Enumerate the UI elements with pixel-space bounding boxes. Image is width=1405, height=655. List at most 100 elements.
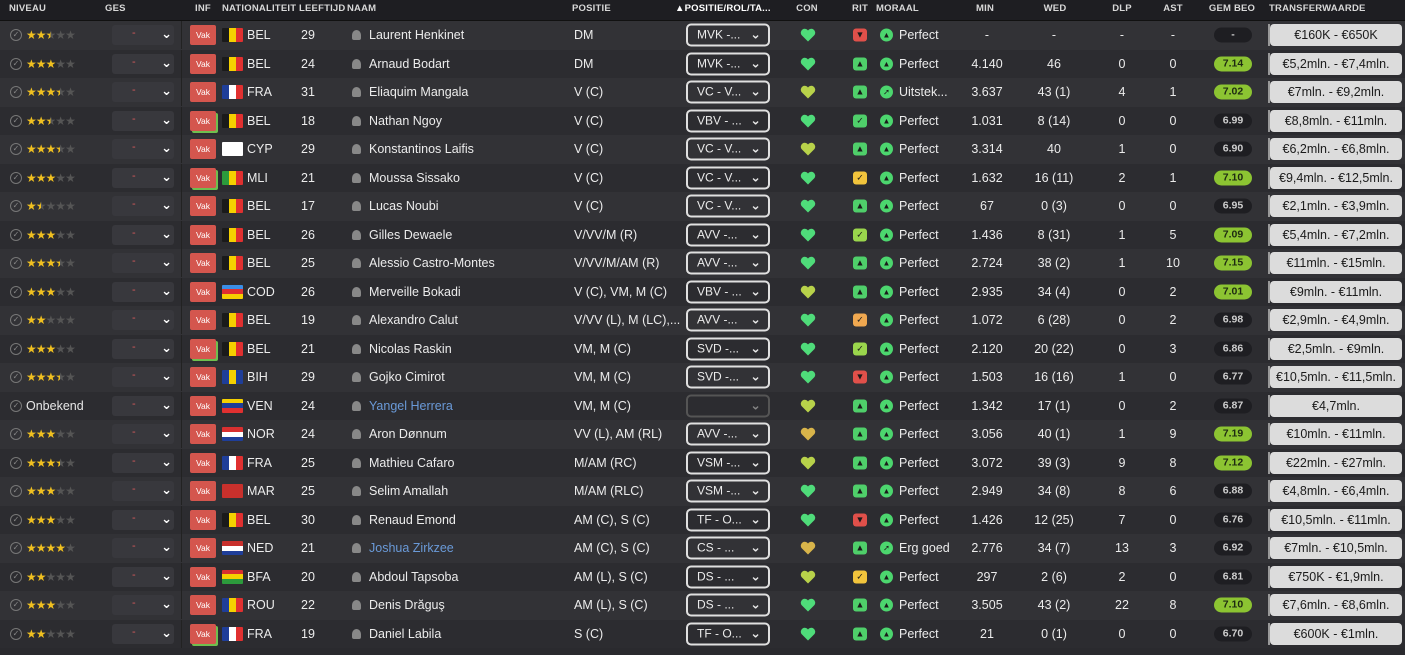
ges-dropdown[interactable]: - ⌄ — [112, 509, 174, 530]
player-name[interactable]: Gilles Dewaele — [369, 228, 452, 242]
table-row[interactable]: ✓ ★★★★★ - ⌄ Vak FRA 31 Eliaquim Mangala V (C) VC … — [0, 78, 1405, 107]
inf-badge[interactable]: Vak — [190, 196, 216, 217]
table-row[interactable]: ✓ ★★★★★ - ⌄ Vak MAR 25 Selim Amallah M/AM (RLC) V… — [0, 477, 1405, 506]
role-dropdown[interactable]: AVV -... ⌄ — [686, 251, 770, 275]
select-checkbox[interactable]: ✓ — [10, 257, 22, 270]
ges-dropdown[interactable]: - ⌄ — [112, 253, 174, 274]
ges-dropdown[interactable]: - ⌄ — [112, 310, 174, 331]
inf-badge[interactable]: Vak — [190, 367, 216, 388]
select-checkbox[interactable]: ✓ — [10, 599, 22, 612]
inf-badge[interactable]: Vak — [190, 595, 216, 616]
table-row[interactable]: ✓ ★★★★★ - ⌄ Vak MLI 21 Moussa Sissako V (C) VC - … — [0, 163, 1405, 192]
player-name[interactable]: Arnaud Bodart — [369, 57, 450, 71]
role-dropdown[interactable]: VSM -... ⌄ — [686, 479, 770, 503]
select-checkbox[interactable]: ✓ — [10, 513, 22, 526]
role-dropdown[interactable]: DS - ... ⌄ — [686, 565, 770, 589]
player-name[interactable]: Selim Amallah — [369, 484, 448, 498]
col-header-dlp[interactable]: DLP — [1112, 3, 1132, 14]
inf-badge[interactable]: Vak — [190, 82, 216, 103]
select-checkbox[interactable]: ✓ — [10, 86, 22, 99]
ges-dropdown[interactable]: - ⌄ — [112, 623, 174, 644]
select-checkbox[interactable]: ✓ — [10, 542, 22, 555]
ges-dropdown[interactable]: - ⌄ — [112, 53, 174, 74]
player-name[interactable]: Lucas Noubi — [369, 199, 439, 213]
col-header-naam[interactable]: NAAM — [347, 3, 376, 14]
player-name[interactable]: Eliaquim Mangala — [369, 85, 468, 99]
col-header-transferwaarde[interactable]: TRANSFERWAARDE — [1269, 3, 1366, 14]
role-dropdown[interactable]: VBV - ... ⌄ — [686, 280, 770, 304]
role-dropdown[interactable]: DS - ... ⌄ — [686, 593, 770, 617]
ges-dropdown[interactable]: - ⌄ — [112, 338, 174, 359]
ges-dropdown[interactable]: - ⌄ — [112, 566, 174, 587]
table-row[interactable]: ✓ ★★★★★ - ⌄ Vak COD 26 Merveille Bokadi V (C), V… — [0, 277, 1405, 306]
ges-dropdown[interactable]: - ⌄ — [112, 395, 174, 416]
table-row[interactable]: ✓ ★★★★★ - ⌄ Vak BEL 18 Nathan Ngoy V (C) VBV - ..… — [0, 106, 1405, 135]
table-row[interactable]: ✓ ★★★★★ - ⌄ Vak BFA 20 Abdoul Tapsoba AM (L), S … — [0, 562, 1405, 591]
col-header-leeftijd[interactable]: LEEFTIJD — [299, 3, 345, 14]
inf-badge[interactable]: Vak — [190, 281, 216, 302]
ges-dropdown[interactable]: - ⌄ — [112, 452, 174, 473]
role-dropdown[interactable]: VC - V... ⌄ — [686, 137, 770, 161]
inf-badge[interactable]: Vak — [190, 167, 216, 188]
table-row[interactable]: ✓ ★★★★★ - ⌄ Vak CYP 29 Konstantinos Laifis V (C)… — [0, 135, 1405, 164]
select-checkbox[interactable]: ✓ — [10, 485, 22, 498]
role-dropdown[interactable]: AVV -... ⌄ — [686, 223, 770, 247]
col-header-moraal[interactable]: MORAAL — [876, 3, 919, 14]
role-dropdown[interactable]: SVD -... ⌄ — [686, 337, 770, 361]
player-name[interactable]: Daniel Labila — [369, 627, 441, 641]
player-name[interactable]: Nicolas Raskin — [369, 342, 452, 356]
inf-badge[interactable]: Vak — [190, 53, 216, 74]
role-dropdown[interactable]: VC - V... ⌄ — [686, 194, 770, 218]
player-name[interactable]: Moussa Sissako — [369, 171, 460, 185]
col-header-positie[interactable]: POSITIE — [572, 3, 611, 14]
ges-dropdown[interactable]: - ⌄ — [112, 367, 174, 388]
col-header-niveau[interactable]: NIVEAU — [9, 3, 46, 14]
role-dropdown[interactable]: MVK -... ⌄ — [686, 23, 770, 47]
inf-badge[interactable]: Vak — [190, 538, 216, 559]
player-name[interactable]: Alessio Castro-Montes — [369, 256, 495, 270]
role-dropdown[interactable]: VC - V... ⌄ — [686, 166, 770, 190]
inf-badge[interactable]: Vak — [190, 25, 216, 46]
col-header-gem-beo[interactable]: GEM BEO — [1209, 3, 1255, 14]
select-checkbox[interactable]: ✓ — [10, 200, 22, 213]
select-checkbox[interactable]: ✓ — [10, 342, 22, 355]
select-checkbox[interactable]: ✓ — [10, 428, 22, 441]
ges-dropdown[interactable]: - ⌄ — [112, 25, 174, 46]
inf-badge[interactable]: Vak — [190, 481, 216, 502]
table-row[interactable]: ✓ ★★★★★ - ⌄ Vak BEL 26 Gilles Dewaele V/VV/M (R)… — [0, 220, 1405, 249]
ges-dropdown[interactable]: - ⌄ — [112, 424, 174, 445]
role-dropdown[interactable]: SVD -... ⌄ — [686, 365, 770, 389]
inf-badge[interactable]: Vak — [190, 224, 216, 245]
select-checkbox[interactable]: ✓ — [10, 114, 22, 127]
role-dropdown[interactable]: VC - V... ⌄ — [686, 80, 770, 104]
ges-dropdown[interactable]: - ⌄ — [112, 139, 174, 160]
select-checkbox[interactable]: ✓ — [10, 399, 22, 412]
ges-dropdown[interactable]: - ⌄ — [112, 82, 174, 103]
ges-dropdown[interactable]: - ⌄ — [112, 595, 174, 616]
ges-dropdown[interactable]: - ⌄ — [112, 167, 174, 188]
inf-badge[interactable]: Vak — [190, 452, 216, 473]
inf-badge[interactable]: Vak — [190, 566, 216, 587]
inf-badge[interactable]: Vak — [190, 424, 216, 445]
select-checkbox[interactable]: ✓ — [10, 314, 22, 327]
table-row[interactable]: ✓ ★★★★★ - ⌄ Vak FRA 25 Mathieu Cafaro M/AM (RC) V… — [0, 448, 1405, 477]
table-row[interactable]: ✓ ★★★★★ - ⌄ Vak FRA 19 Daniel Labila S (C) TF - O… — [0, 619, 1405, 648]
role-dropdown[interactable]: ⌄ — [686, 394, 770, 418]
player-name[interactable]: Gojko Cimirot — [369, 370, 445, 384]
table-row[interactable]: ✓ ★★★★★ - ⌄ Vak BEL 24 Arnaud Bodart DM MVK -... ⌄… — [0, 49, 1405, 78]
player-name[interactable]: Merveille Bokadi — [369, 285, 461, 299]
table-row[interactable]: ✓ Onbekend - ⌄ Vak VEN 24 Yangel Herrera VM, M (… — [0, 391, 1405, 420]
table-row[interactable]: ✓ ★★★★★ - ⌄ Vak BEL 17 Lucas Noubi V (C) VC - V..… — [0, 192, 1405, 221]
table-row[interactable]: ✓ ★★★★★ - ⌄ Vak BEL 25 Alessio Castro-Montes V/V… — [0, 249, 1405, 278]
role-dropdown[interactable]: CS - ... ⌄ — [686, 536, 770, 560]
table-row[interactable]: ✓ ★★★★★ - ⌄ Vak BEL 21 Nicolas Raskin VM, M (C) S… — [0, 334, 1405, 363]
col-header-ast[interactable]: AST — [1163, 3, 1183, 14]
select-checkbox[interactable]: ✓ — [10, 570, 22, 583]
player-name[interactable]: Nathan Ngoy — [369, 114, 442, 128]
player-name[interactable]: Aron Dønnum — [369, 427, 447, 441]
select-checkbox[interactable]: ✓ — [10, 143, 22, 156]
inf-badge[interactable]: Vak — [190, 110, 216, 131]
ges-dropdown[interactable]: - ⌄ — [112, 281, 174, 302]
inf-badge[interactable]: Vak — [190, 310, 216, 331]
player-name[interactable]: Alexandro Calut — [369, 313, 458, 327]
